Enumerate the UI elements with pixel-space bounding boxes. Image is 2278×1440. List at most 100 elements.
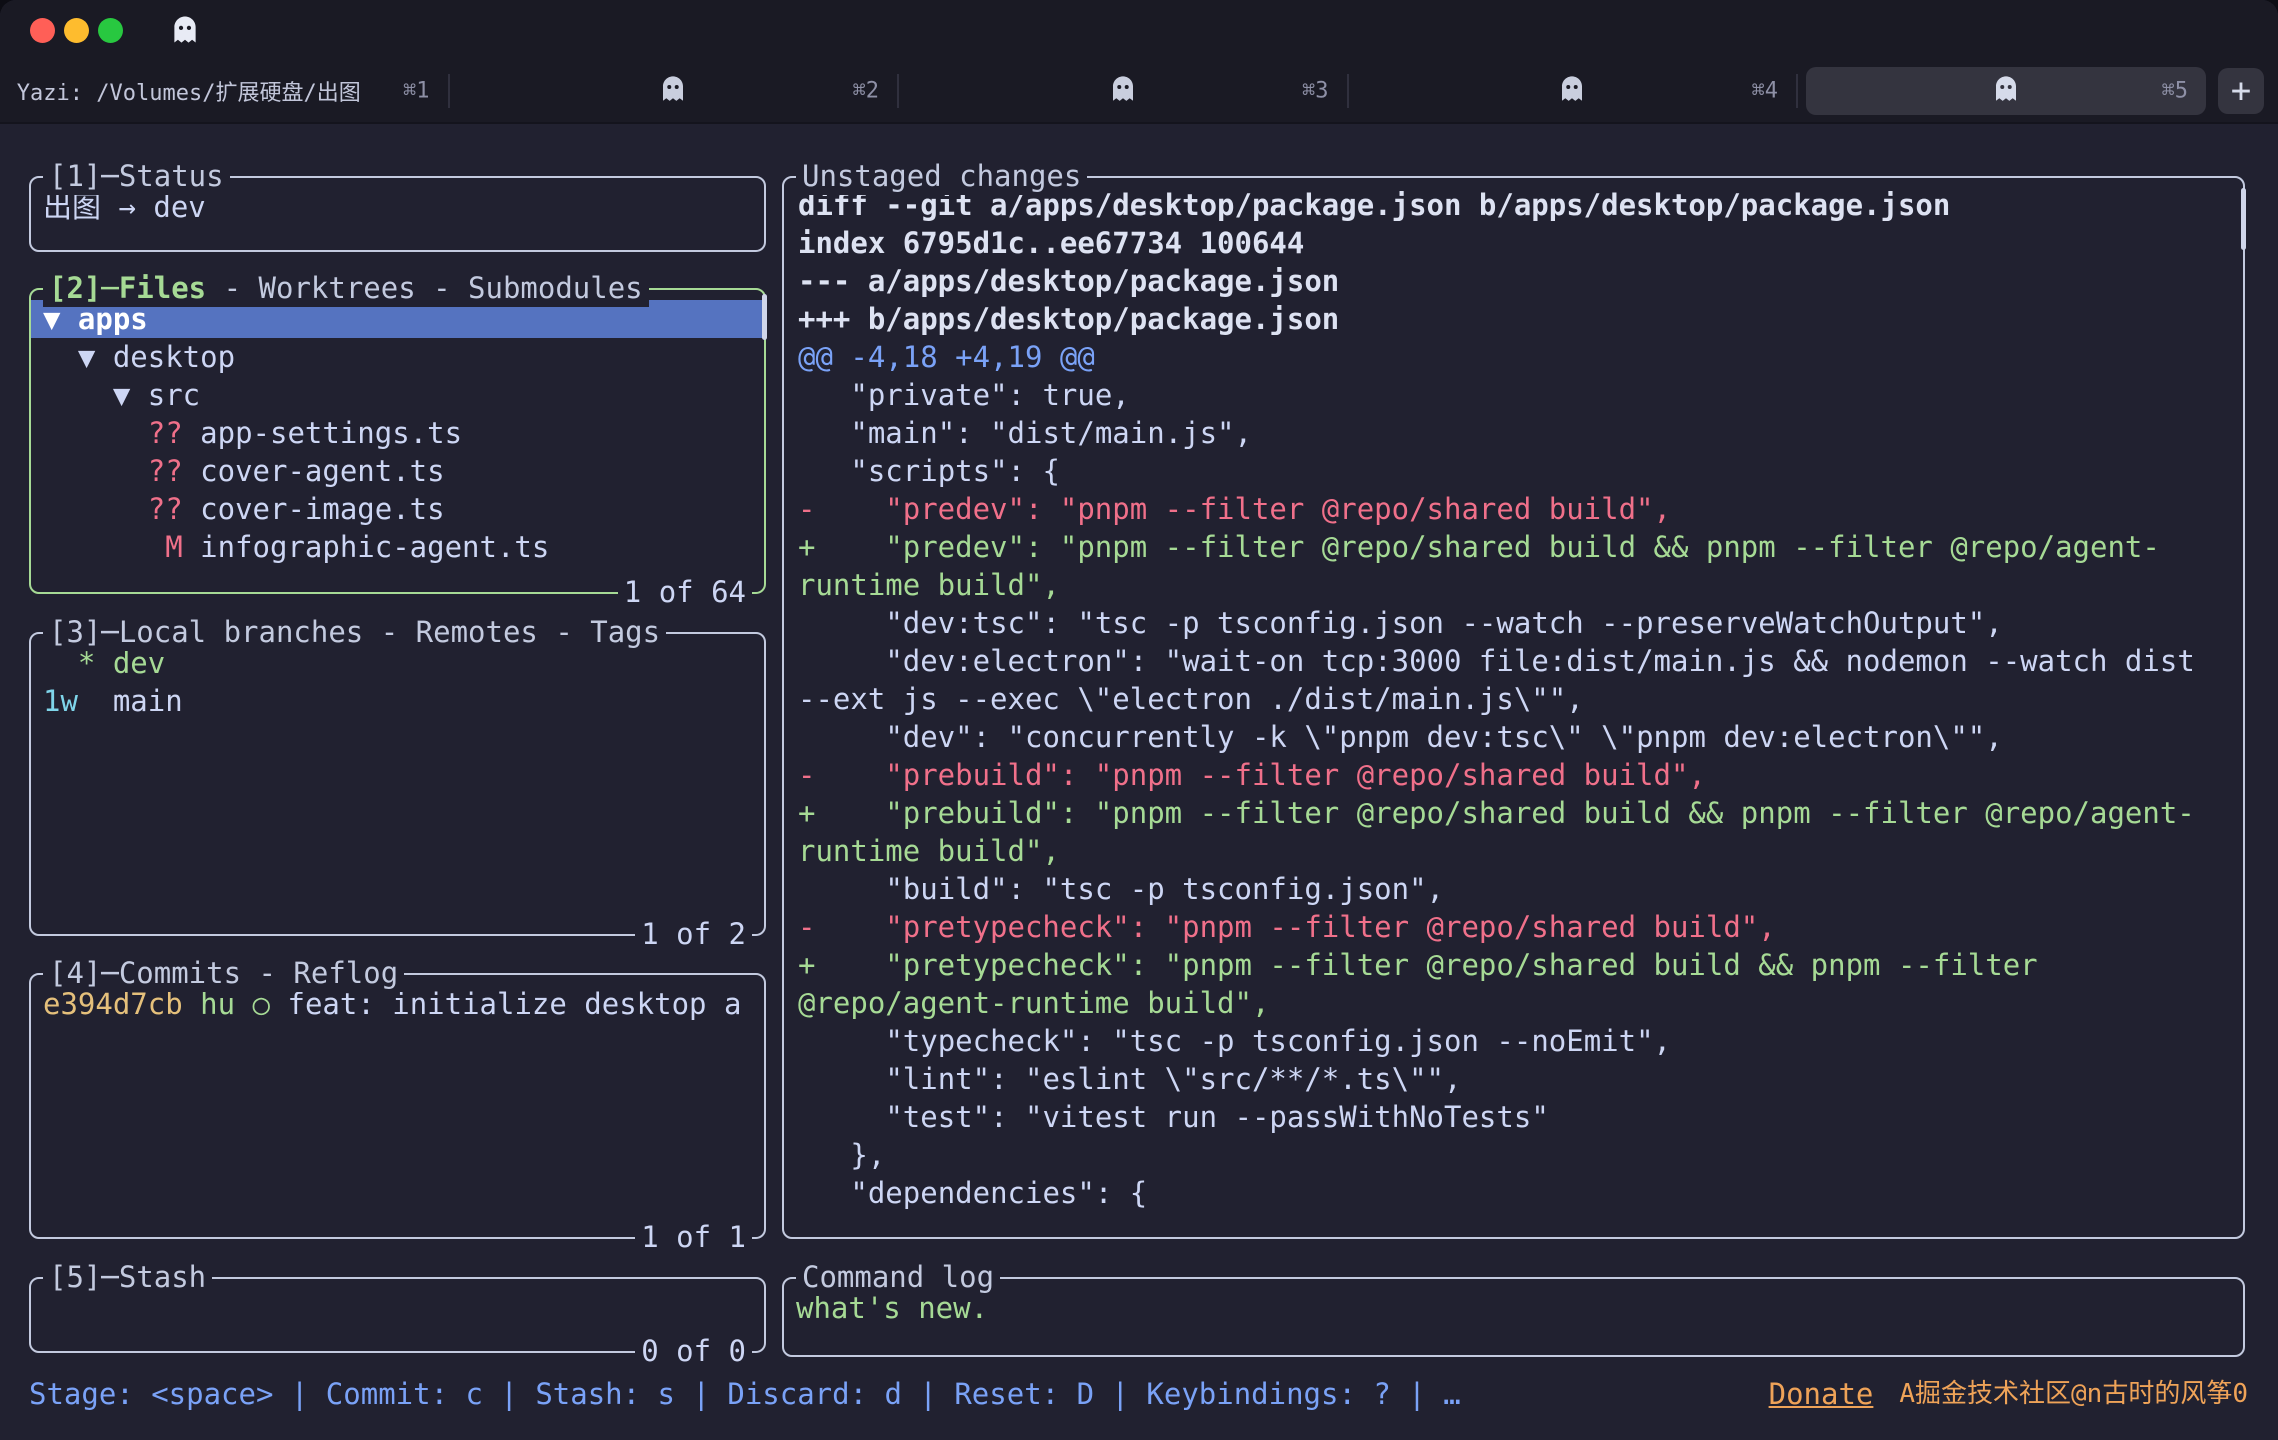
ghost-icon xyxy=(1990,73,2022,109)
tab-bar: Yazi: /Volumes/扩展硬盘/出图 ⌘1 ⌘2 ⌘3 ⌘4 ⌘5 + xyxy=(0,60,2278,124)
keybindings-bar: Stage: <space> | Commit: c | Stash: s | … xyxy=(29,1374,2248,1414)
panel-title: [2]─Files - Worktrees - Submodules xyxy=(43,269,649,307)
file-tree-row[interactable]: ?? cover-image.ts xyxy=(31,490,764,528)
donate-link[interactable]: Donate xyxy=(1769,1374,1874,1414)
commit-hash: e394d7cb xyxy=(43,987,183,1021)
current-branch-marker xyxy=(78,684,113,718)
commit-message: feat: initialize desktop a xyxy=(287,987,741,1021)
diff-line[interactable]: "dev:electron": "wait-on tcp:3000 file:d… xyxy=(798,642,2202,718)
zoom-button[interactable] xyxy=(98,18,123,43)
new-tab-button[interactable]: + xyxy=(2218,68,2264,114)
diff-line[interactable]: "build": "tsc -p tsconfig.json", xyxy=(798,870,2202,908)
diff-line[interactable]: + "prebuild": "pnpm --filter @repo/share… xyxy=(798,794,2202,870)
diff-line[interactable]: + "pretypecheck": "pnpm --filter @repo/s… xyxy=(798,946,2202,1022)
file-status-mark: ?? xyxy=(148,416,200,450)
dir-name: apps xyxy=(78,302,148,336)
diff-line[interactable]: - "prebuild": "pnpm --filter @repo/share… xyxy=(798,756,2202,794)
tab-shortcut: ⌘5 xyxy=(2162,79,2189,104)
item-counter: 0 of 0 xyxy=(635,1332,752,1370)
diff-content: diff --git a/apps/desktop/package.json b… xyxy=(784,178,2202,1212)
file-name: cover-agent.ts xyxy=(200,454,444,488)
tab-shortcut: ⌘2 xyxy=(853,79,880,104)
tab-3[interactable]: ⌘3 xyxy=(899,59,1347,123)
file-tree-row[interactable]: ?? cover-agent.ts xyxy=(31,452,764,490)
collapse-arrow-icon: ▼ xyxy=(78,340,113,374)
statusbar-right: Donate A掘金技术社区@n古时的风筝0 xyxy=(1769,1374,2248,1414)
diff-panel[interactable]: Unstaged changes diff --git a/apps/deskt… xyxy=(782,176,2245,1239)
file-name: cover-image.ts xyxy=(200,492,444,526)
tree-indent xyxy=(43,530,165,564)
panel-title-active: [2]─Files xyxy=(49,271,206,305)
scrollbar-thumb[interactable] xyxy=(2241,188,2246,250)
status-panel[interactable]: [1]─Status 出图 → dev xyxy=(29,176,766,252)
diff-line[interactable]: "dev:tsc": "tsc -p tsconfig.json --watch… xyxy=(798,604,2202,642)
watermark-text: A掘金技术社区@n古时的风筝0 xyxy=(1899,1374,2248,1414)
diff-line[interactable]: "scripts": { xyxy=(798,452,2202,490)
file-tree-row[interactable]: ?? app-settings.ts xyxy=(31,414,764,452)
file-status-mark: M xyxy=(165,530,200,564)
diff-line[interactable]: }, xyxy=(798,1136,2202,1174)
tab-shortcut: ⌘1 xyxy=(403,79,430,104)
tree-indent xyxy=(43,340,78,374)
terminal-window: Yazi: /Volumes/扩展硬盘/出图 ⌘1 ⌘2 ⌘3 ⌘4 ⌘5 + … xyxy=(0,0,2278,1440)
tab-1[interactable]: Yazi: /Volumes/扩展硬盘/出图 ⌘1 xyxy=(0,59,448,123)
branch-recency: 1w xyxy=(43,684,78,718)
close-button[interactable] xyxy=(30,18,55,43)
stash-panel[interactable]: [5]─Stash 0 of 0 xyxy=(29,1277,766,1353)
commit-author: hu xyxy=(200,987,235,1021)
command-log-panel[interactable]: Command log what's new. xyxy=(782,1277,2245,1357)
diff-line[interactable]: - "predev": "pnpm --filter @repo/shared … xyxy=(798,490,2202,528)
diff-line[interactable]: "private": true, xyxy=(798,376,2202,414)
diff-line[interactable]: + "predev": "pnpm --filter @repo/shared … xyxy=(798,528,2202,604)
branch-recency xyxy=(43,646,78,680)
tree-indent xyxy=(43,416,148,450)
branch-row[interactable]: 1w main xyxy=(31,682,764,720)
file-tree-row[interactable]: ▼ src xyxy=(31,376,764,414)
diff-line[interactable]: - "pretypecheck": "pnpm --filter @repo/s… xyxy=(798,908,2202,946)
panel-title: [3]─Local branches - Remotes - Tags xyxy=(43,613,666,651)
command-log-line: what's new. xyxy=(784,1289,2243,1327)
commits-panel[interactable]: [4]─Commits - Reflog e394d7cb hu ○ feat:… xyxy=(29,973,766,1239)
file-tree-row[interactable]: ▼ desktop xyxy=(31,338,764,376)
file-name: app-settings.ts xyxy=(200,416,462,450)
diff-line[interactable]: --- a/apps/desktop/package.json xyxy=(798,262,2202,300)
panel-title: [5]─Stash xyxy=(43,1258,212,1296)
tab-2[interactable]: ⌘2 xyxy=(450,59,898,123)
tree-indent xyxy=(43,492,148,526)
tab-shortcut: ⌘4 xyxy=(1752,79,1779,104)
ghost-icon xyxy=(1107,73,1139,109)
file-name: infographic-agent.ts xyxy=(200,530,549,564)
panel-title: Command log xyxy=(796,1258,1000,1296)
panel-title-tabs: - Worktrees - Submodules xyxy=(206,271,643,305)
file-status-mark: ?? xyxy=(148,492,200,526)
panel-title: [1]─Status xyxy=(43,157,230,195)
diff-line[interactable]: index 6795d1c..ee67734 100644 xyxy=(798,224,2202,262)
branch-name: main xyxy=(113,684,183,718)
diff-line[interactable]: @@ -4,18 +4,19 @@ xyxy=(798,338,2202,376)
panel-title: [4]─Commits - Reflog xyxy=(43,954,404,992)
panel-title: Unstaged changes xyxy=(796,157,1087,195)
diff-line[interactable]: "lint": "eslint \"src/**/*.ts\"", xyxy=(798,1060,2202,1098)
diff-line[interactable]: "dependencies": { xyxy=(798,1174,2202,1212)
scrollbar-thumb[interactable] xyxy=(762,294,767,340)
keybinding-hints: Stage: <space> | Commit: c | Stash: s | … xyxy=(29,1374,1461,1414)
diff-line[interactable]: "main": "dist/main.js", xyxy=(798,414,2202,452)
item-counter: 1 of 64 xyxy=(618,573,752,611)
diff-line[interactable]: "test": "vitest run --passWithNoTests" xyxy=(798,1098,2202,1136)
tab-5-active[interactable]: ⌘5 xyxy=(1806,67,2206,115)
tree-indent xyxy=(43,454,148,488)
files-panel[interactable]: [2]─Files - Worktrees - Submodules ▼ app… xyxy=(29,288,766,594)
file-tree-row[interactable]: M infographic-agent.ts xyxy=(31,528,764,566)
branches-panel[interactable]: [3]─Local branches - Remotes - Tags * de… xyxy=(29,632,766,936)
diff-line[interactable]: +++ b/apps/desktop/package.json xyxy=(798,300,2202,338)
ghost-icon xyxy=(168,13,202,51)
diff-line[interactable]: "typecheck": "tsc -p tsconfig.json --noE… xyxy=(798,1022,2202,1060)
tab-4[interactable]: ⌘4 xyxy=(1349,59,1797,123)
tab-label: Yazi: /Volumes/扩展硬盘/出图 xyxy=(17,75,431,107)
diff-line[interactable]: "dev": "concurrently -k \"pnpm dev:tsc\"… xyxy=(798,718,2202,756)
branch-name: dev xyxy=(113,646,165,680)
minimize-button[interactable] xyxy=(64,18,89,43)
file-status-mark: ?? xyxy=(148,454,200,488)
collapse-arrow-icon: ▼ xyxy=(43,302,78,336)
ghost-icon xyxy=(657,73,689,109)
